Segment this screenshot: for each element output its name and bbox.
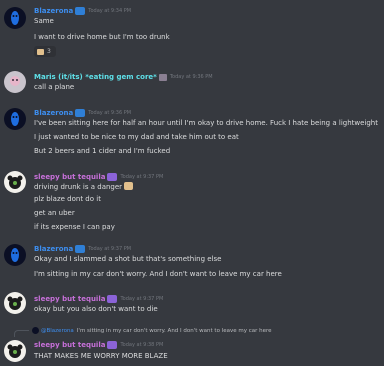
pronoun-badge-icon	[158, 73, 167, 81]
role-badge-icon	[75, 109, 86, 117]
role-badge-icon	[75, 245, 86, 253]
avatar[interactable]	[4, 244, 26, 266]
message-header: sleepy but tequila Today at 9:37 PM	[34, 292, 163, 306]
message-header: Maris (it/its) *eating gem core* Today a…	[34, 70, 213, 84]
sleepy-avatar-icon	[7, 296, 23, 310]
reply-connector	[14, 330, 29, 337]
timestamp: Today at 9:36 PM	[169, 74, 213, 80]
message-header: Blazerona Today at 9:36 PM	[34, 106, 131, 120]
reply-text: I'm sitting in my car don't worry. And I…	[76, 327, 272, 334]
avatar[interactable]	[4, 71, 26, 93]
avatar[interactable]	[4, 7, 26, 29]
sleepy-avatar-icon	[7, 344, 23, 358]
message-text: okay but you also don't want to die	[34, 305, 158, 313]
blazerona-avatar-icon	[11, 248, 19, 262]
username[interactable]: sleepy but tequila	[34, 295, 105, 303]
username[interactable]: Blazerona	[34, 7, 73, 15]
blazerona-avatar-icon	[11, 112, 19, 126]
message-text: But 2 beers and 1 cider and I'm fucked	[34, 147, 171, 155]
avatar[interactable]	[4, 340, 26, 362]
emoji-icon	[124, 182, 134, 190]
timestamp: Today at 9:37 PM	[120, 296, 164, 302]
role-badge-icon	[107, 341, 118, 349]
reply-preview[interactable]: @Blazerona I'm sitting in my car don't w…	[32, 326, 272, 335]
avatar[interactable]	[4, 171, 26, 193]
message-text: I just wanted to be nice to my dad and t…	[34, 133, 239, 141]
sleepy-avatar-icon	[7, 175, 23, 189]
message-text: Okay and I slammed a shot but that's som…	[34, 255, 222, 263]
timestamp: Today at 9:34 PM	[88, 8, 132, 14]
reply-avatar-icon	[32, 327, 39, 334]
reaction-emoji-icon	[37, 48, 44, 55]
blazerona-avatar-icon	[11, 11, 19, 25]
message-header: sleepy but tequila Today at 9:38 PM	[34, 338, 163, 352]
role-badge-icon	[107, 295, 118, 303]
username[interactable]: sleepy but tequila	[34, 341, 105, 349]
maris-avatar-icon	[10, 76, 20, 86]
avatar[interactable]	[4, 108, 26, 130]
message-text: get an uber	[34, 209, 75, 217]
message-text: THAT MAKES ME WORRY MORE BLAZE	[34, 352, 168, 360]
message-header: Blazerona Today at 9:37 PM	[34, 242, 131, 256]
timestamp: Today at 9:38 PM	[120, 342, 164, 348]
reaction[interactable]: 3	[34, 46, 56, 57]
username[interactable]: Blazerona	[34, 245, 73, 253]
avatar[interactable]	[4, 292, 26, 314]
role-badge-icon	[107, 173, 118, 181]
reply-username[interactable]: @Blazerona	[41, 328, 74, 334]
message-text: I want to drive home but I'm too drunk	[34, 33, 170, 41]
message-header: Blazerona Today at 9:34 PM	[34, 4, 131, 18]
message-text: Same	[34, 17, 54, 25]
username[interactable]: Blazerona	[34, 109, 73, 117]
timestamp: Today at 9:36 PM	[88, 110, 132, 116]
message-text: I've been sitting here for half an hour …	[34, 119, 378, 127]
message-text: plz blaze dont do it	[34, 195, 101, 203]
username[interactable]: Maris (it/its) *eating gem core*	[34, 73, 157, 81]
role-badge-icon	[75, 7, 86, 15]
username[interactable]: sleepy but tequila	[34, 173, 105, 181]
timestamp: Today at 9:37 PM	[120, 174, 164, 180]
message-text: if its expense I can pay	[34, 223, 115, 231]
timestamp: Today at 9:37 PM	[88, 246, 132, 252]
message-text: call a plane	[34, 83, 75, 91]
message-text: driving drunk is a danger	[34, 182, 134, 192]
message-text: I'm sitting in my car don't worry. And I…	[34, 270, 282, 278]
reaction-count: 3	[47, 48, 51, 55]
